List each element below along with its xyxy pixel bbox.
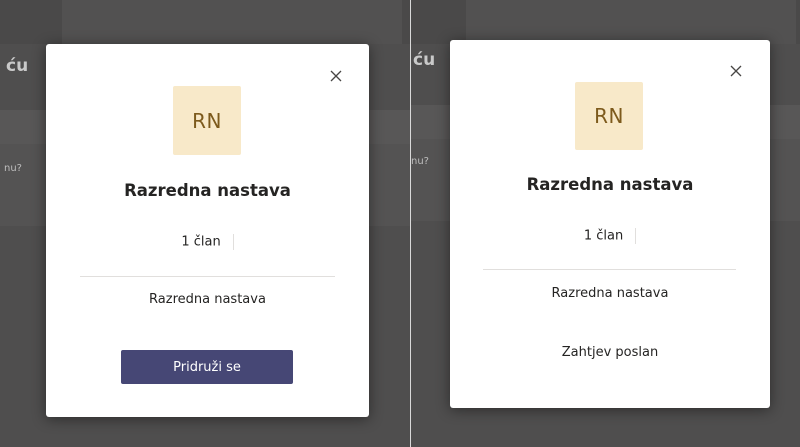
request-sent-dialog: RN Razredna nastava 1 član Razredna nast…	[450, 40, 770, 408]
divider	[483, 269, 736, 270]
background-topbar	[411, 0, 800, 44]
background-topbar	[0, 0, 410, 44]
team-avatar: RN	[173, 86, 241, 155]
join-team-button[interactable]: Pridruži se	[121, 350, 293, 384]
member-count-text: 1 član	[583, 228, 624, 244]
join-team-dialog: RN Razredna nastava 1 član Razredna nast…	[46, 44, 369, 417]
request-status-text: Zahtjev poslan	[561, 345, 659, 360]
background-header-block	[62, 0, 402, 44]
background-question-text: nu?	[411, 156, 429, 167]
right-screenshot-panel: ću nu? RN Razredna nastava 1 član Razred…	[411, 0, 800, 447]
team-name: Razredna nastava	[526, 175, 694, 194]
background-page-title: ću	[413, 50, 436, 70]
member-count: 1 član	[46, 234, 369, 250]
divider	[80, 276, 335, 277]
background-question-text: nu?	[4, 163, 22, 174]
team-avatar: RN	[575, 82, 643, 150]
close-icon[interactable]	[329, 69, 343, 83]
close-icon[interactable]	[729, 64, 743, 78]
background-header-block	[466, 0, 796, 44]
member-count-separator	[232, 234, 234, 250]
member-count: 1 član	[450, 228, 770, 244]
team-description: Razredna nastava	[149, 292, 266, 307]
team-description: Razredna nastava	[551, 286, 669, 301]
team-name: Razredna nastava	[124, 181, 291, 200]
background-page-title: ću	[6, 56, 29, 76]
left-screenshot-panel: ću nu? RN Razredna nastava 1 član Razred…	[0, 0, 410, 447]
member-count-text: 1 član	[181, 234, 221, 250]
member-count-separator	[635, 228, 637, 244]
